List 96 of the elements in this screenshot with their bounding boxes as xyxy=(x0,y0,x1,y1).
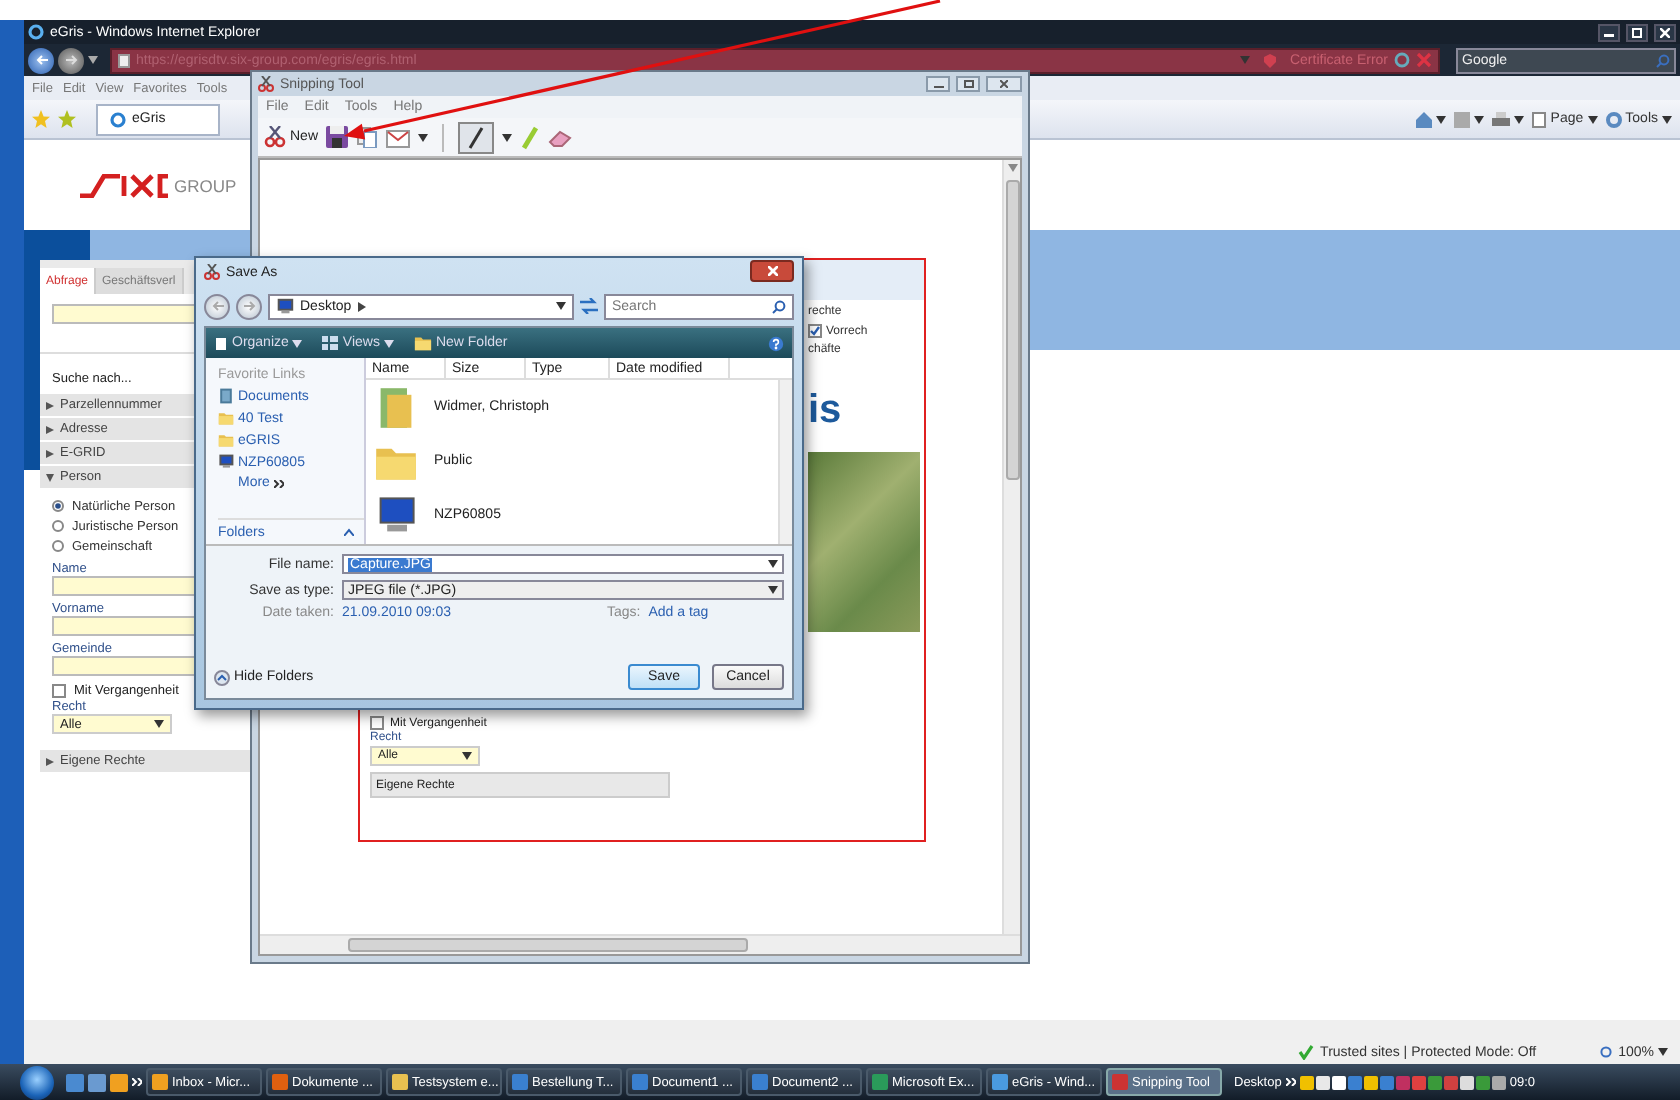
app-icon xyxy=(512,1074,528,1090)
app-icon xyxy=(272,1074,288,1090)
back-arrow-icon xyxy=(35,54,47,66)
forward-button[interactable] xyxy=(58,47,84,73)
scroll-up-icon xyxy=(1007,164,1017,172)
caret-icon xyxy=(768,586,778,594)
computer-icon xyxy=(218,454,234,470)
search-icon xyxy=(772,299,786,313)
home-icon xyxy=(1416,111,1433,127)
forward-arrow-icon xyxy=(243,300,255,312)
documents-icon xyxy=(218,388,234,404)
caret-icon xyxy=(1436,115,1447,123)
star-icon xyxy=(32,110,50,128)
scissors-icon xyxy=(204,264,220,280)
scissors-icon xyxy=(258,76,274,92)
quick-launch-icon[interactable] xyxy=(88,1073,106,1091)
back-arrow-icon xyxy=(211,300,223,312)
double-chevron-icon xyxy=(1285,1078,1296,1086)
check-icon xyxy=(1298,1044,1315,1060)
double-chevron-icon xyxy=(273,479,284,487)
double-chevron-icon xyxy=(132,1078,142,1086)
chevron-up-circle-icon xyxy=(214,669,230,685)
app-icon xyxy=(752,1074,768,1090)
caret-icon xyxy=(383,339,394,347)
scissors-icon xyxy=(264,126,286,148)
maximize-icon xyxy=(963,80,973,88)
caret-icon xyxy=(1658,1048,1668,1056)
restore-icon xyxy=(1632,27,1642,37)
close-button[interactable] xyxy=(750,259,794,281)
caret-icon xyxy=(46,757,54,765)
chevron-up-icon xyxy=(344,528,354,536)
app-icon xyxy=(992,1074,1008,1090)
chevron-icon xyxy=(357,301,366,311)
caret-icon xyxy=(1662,115,1672,123)
page-icon xyxy=(118,53,130,67)
help-button[interactable] xyxy=(768,335,784,351)
pen-icon xyxy=(466,125,487,149)
save-button[interactable] xyxy=(326,126,349,148)
caret-icon xyxy=(768,560,778,568)
eraser-button[interactable] xyxy=(548,127,573,147)
send-button[interactable] xyxy=(386,126,411,148)
close-icon xyxy=(767,265,777,275)
close-button[interactable] xyxy=(986,76,1022,92)
minimize-button[interactable] xyxy=(1598,23,1620,41)
app-icon xyxy=(1112,1074,1128,1090)
close-icon xyxy=(1000,80,1008,88)
app-icon xyxy=(632,1074,648,1090)
forward-arrow-icon xyxy=(65,54,77,66)
quick-launch-icon[interactable] xyxy=(110,1073,128,1091)
views-icon xyxy=(322,336,339,350)
caret-icon xyxy=(1587,115,1598,123)
computer-icon xyxy=(374,493,418,537)
folder-icon xyxy=(413,334,432,352)
printer-icon xyxy=(1492,111,1511,127)
stop-icon xyxy=(1416,52,1432,68)
caret-icon xyxy=(1474,115,1485,123)
vertical-scrollbar[interactable] xyxy=(778,380,792,544)
caret-icon xyxy=(292,339,303,347)
caret-icon xyxy=(88,56,98,64)
highlighter-icon xyxy=(520,125,541,149)
caret-icon xyxy=(1514,115,1525,123)
horizontal-scrollbar[interactable] xyxy=(260,934,1020,954)
back-button[interactable] xyxy=(28,47,54,73)
home-button[interactable] xyxy=(1416,111,1447,127)
eraser-icon xyxy=(548,127,573,147)
maximize-button[interactable] xyxy=(956,76,980,92)
page-icon xyxy=(1532,111,1547,127)
print-button[interactable] xyxy=(1492,111,1525,127)
caret-icon xyxy=(462,752,472,760)
logo-text: GROUP xyxy=(174,175,237,195)
minimize-button[interactable] xyxy=(926,76,950,92)
app-icon xyxy=(392,1074,408,1090)
quick-launch-icon[interactable] xyxy=(66,1073,84,1091)
pen-button[interactable] xyxy=(458,121,495,153)
minimize-icon xyxy=(933,80,943,88)
desktop-icon xyxy=(276,297,294,315)
app-icon xyxy=(152,1074,168,1090)
close-button[interactable] xyxy=(1654,23,1676,41)
envelope-icon xyxy=(386,126,411,148)
app-icon xyxy=(872,1074,888,1090)
close-icon xyxy=(1660,27,1670,37)
shield-icon xyxy=(1263,53,1276,67)
vertical-scrollbar[interactable] xyxy=(1002,160,1020,934)
caret-icon xyxy=(1239,56,1250,64)
star-plus-icon xyxy=(58,110,76,128)
caret-icon xyxy=(154,720,164,728)
caret-icon xyxy=(556,302,566,310)
restore-button[interactable] xyxy=(1626,23,1648,41)
help-icon xyxy=(768,335,784,351)
folder-icon xyxy=(218,432,234,448)
six-logo-drawing xyxy=(80,173,168,197)
feeds-button[interactable] xyxy=(1454,111,1485,127)
page-heading: is xyxy=(808,390,844,430)
start-button[interactable] xyxy=(20,1065,54,1099)
folder-icon xyxy=(218,410,234,426)
search-icon xyxy=(1656,53,1670,67)
